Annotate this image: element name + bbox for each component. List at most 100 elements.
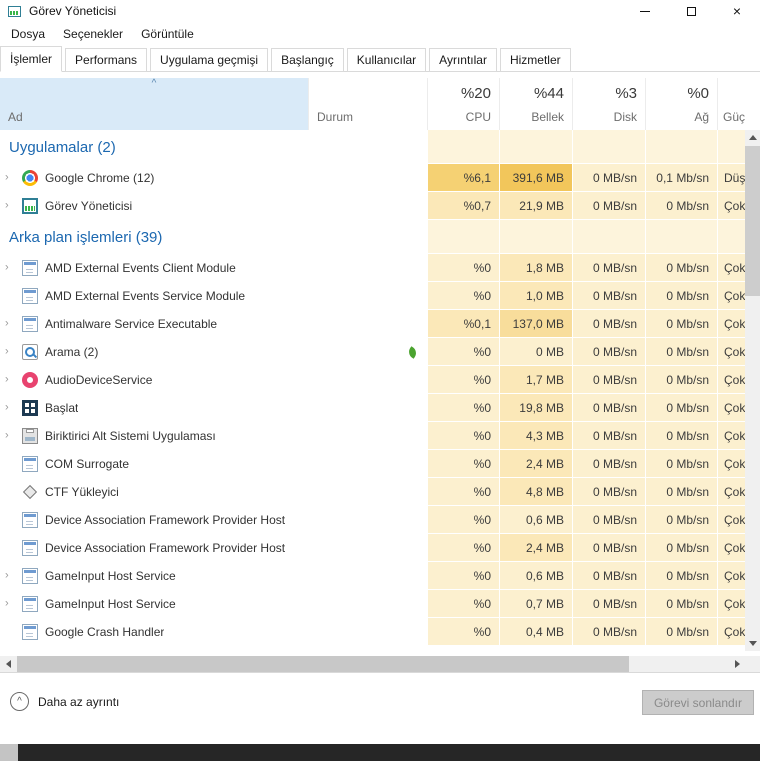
process-power-cell: Çok düşük	[717, 394, 745, 422]
process-cpu-cell: %0	[427, 590, 499, 618]
process-row[interactable]: › Görev Yöneticisi %0,7 21,9 MB 0 MB/sn 0 Mb/…	[0, 192, 745, 220]
expand-chevron-icon[interactable]: ›	[5, 262, 9, 274]
process-mem-cell: 0,6 MB	[499, 562, 572, 590]
column-header-memory[interactable]: %44 Bellek	[499, 78, 572, 130]
process-cpu-cell: %0	[427, 506, 499, 534]
process-name: Arama (2)	[45, 345, 99, 359]
process-cpu-cell: %6,1	[427, 164, 499, 192]
close-button[interactable]: ×	[714, 0, 760, 22]
horizontal-scrollbar[interactable]	[0, 656, 745, 672]
process-row[interactable]: COM Surrogate %02,4 MB0 MB/sn0 Mb/snÇok d…	[0, 450, 745, 478]
process-row[interactable]: Device Association Framework Provider Ho…	[0, 534, 745, 562]
process-net-cell: 0 Mb/sn	[645, 422, 717, 450]
process-row[interactable]: › Başlat %019,8 MB0 MB/sn0 Mb/snÇok düşük	[0, 394, 745, 422]
process-name-cell: › Biriktirici Alt Sistemi Uygulaması	[0, 422, 308, 450]
group-header-row[interactable]: Arka plan işlemleri (39)	[0, 220, 745, 254]
process-row[interactable]: › GameInput Host Service %0 0,7 MB 0 MB/sn 0 …	[0, 590, 745, 618]
tab-2[interactable]: Uygulama geçmişi	[150, 48, 269, 72]
expand-chevron-icon[interactable]: ›	[5, 172, 9, 184]
process-cpu-cell: %0	[427, 338, 499, 366]
column-header-power[interactable]: Güç kullanımı	[717, 78, 745, 130]
column-header-cpu[interactable]: %20 CPU	[427, 78, 499, 130]
process-disk-cell: 0 MB/sn	[572, 618, 645, 646]
column-header-network[interactable]: %0 Ağ	[645, 78, 717, 130]
tab-4[interactable]: Kullanıcılar	[346, 48, 427, 72]
end-task-button[interactable]: Görevi sonlandır	[642, 690, 754, 715]
process-net-cell: 0 Mb/sn	[645, 618, 717, 646]
menu-item-1[interactable]: Seçenekler	[54, 23, 132, 45]
process-power-cell: Çok düşük	[717, 450, 745, 478]
scroll-up-button[interactable]	[745, 130, 760, 145]
tab-1[interactable]: Performans	[65, 48, 148, 72]
expand-chevron-icon[interactable]: ›	[5, 346, 9, 358]
scroll-down-button[interactable]	[745, 636, 760, 651]
arrow-right-icon	[734, 660, 740, 668]
process-row[interactable]: CTF Yükleyici %04,8 MB0 MB/sn0 Mb/snÇok d…	[0, 478, 745, 506]
process-row[interactable]: › GameInput Host Service %0 0,6 MB 0 MB/sn 0 …	[0, 562, 745, 590]
process-power-cell: Çok düşük	[717, 366, 745, 394]
process-row[interactable]: › Google Chrome (12) %6,1 391,6 MB 0 MB/sn 0,…	[0, 164, 745, 192]
group-status-cell	[308, 130, 427, 164]
expand-chevron-icon[interactable]: ›	[5, 430, 9, 442]
group-header-row[interactable]: Uygulamalar (2)	[0, 130, 745, 164]
minimize-button[interactable]	[622, 0, 668, 22]
scroll-left-button[interactable]	[0, 656, 16, 672]
process-name-cell: › Görev Yöneticisi	[0, 192, 308, 220]
column-header-disk[interactable]: %3 Disk	[572, 78, 645, 130]
process-power-cell: Çok düşük	[717, 590, 745, 618]
suspended-leaf-icon	[406, 345, 419, 359]
column-label-status: Durum	[317, 110, 354, 124]
group-cpu-cell	[427, 220, 499, 254]
memory-total-value: %44	[533, 85, 564, 102]
process-name: Google Crash Handler	[45, 625, 165, 639]
tab-0[interactable]: İşlemler	[0, 46, 63, 72]
process-disk-cell: 0 MB/sn	[572, 534, 645, 562]
process-status-cell	[308, 506, 427, 534]
menu-item-0[interactable]: Dosya	[2, 23, 54, 45]
column-label-disk: Disk	[613, 110, 637, 124]
process-status-cell	[308, 422, 427, 450]
scroll-right-button[interactable]	[729, 656, 745, 672]
window-icon	[22, 568, 38, 584]
column-header-name[interactable]: ^ Ad	[0, 78, 308, 130]
process-mem-cell: 0 MB	[499, 338, 572, 366]
process-name-cell: › Arama (2)	[0, 338, 308, 366]
status-bar: ^ Daha az ayrıntı Görevi sonlandır	[0, 672, 760, 738]
process-net-cell: 0 Mb/sn	[645, 478, 717, 506]
expand-chevron-icon[interactable]: ›	[5, 374, 9, 386]
tab-3[interactable]: Başlangıç	[271, 48, 344, 72]
app-icon	[8, 5, 21, 17]
expand-chevron-icon[interactable]: ›	[5, 598, 9, 610]
expand-chevron-icon[interactable]: ›	[5, 200, 9, 212]
process-name: GameInput Host Service	[45, 597, 176, 611]
tab-5[interactable]: Ayrıntılar	[429, 48, 497, 72]
group-status-cell	[308, 220, 427, 254]
expand-chevron-icon[interactable]: ›	[5, 402, 9, 414]
maximize-button[interactable]	[668, 0, 714, 22]
process-row[interactable]: › Biriktirici Alt Sistemi Uygulaması %0 4,3…	[0, 422, 745, 450]
process-row[interactable]: › AMD External Events Client Module %0 1,8 …	[0, 254, 745, 282]
expand-chevron-icon[interactable]: ›	[5, 570, 9, 582]
less-detail-toggle[interactable]: ^ Daha az ayrıntı	[10, 692, 119, 711]
vertical-scrollbar[interactable]	[745, 130, 760, 651]
process-row[interactable]: › AudioDeviceService %0 1,7 MB 0 MB/sn 0 Mb/s…	[0, 366, 745, 394]
process-row[interactable]: › Arama (2) %00 MB0 MB/sn0 Mb/snÇok düşük	[0, 338, 745, 366]
vertical-scrollbar-thumb[interactable]	[745, 146, 760, 296]
process-net-cell: 0 Mb/sn	[645, 338, 717, 366]
horizontal-scrollbar-thumb[interactable]	[17, 656, 629, 672]
process-disk-cell: 0 MB/sn	[572, 310, 645, 338]
menu-item-2[interactable]: Görüntüle	[132, 23, 203, 45]
process-disk-cell: 0 MB/sn	[572, 450, 645, 478]
process-power-cell: Çok düşük	[717, 478, 745, 506]
process-row[interactable]: Device Association Framework Provider Ho…	[0, 506, 745, 534]
tab-6[interactable]: Hizmetler	[499, 48, 571, 72]
column-header-status[interactable]: Durum	[308, 78, 427, 130]
process-row[interactable]: AMD External Events Service Module %0 1,0 …	[0, 282, 745, 310]
process-row[interactable]: Google Crash Handler %0 0,4 MB 0 MB/sn 0 Mb/…	[0, 618, 745, 646]
process-cpu-cell: %0	[427, 394, 499, 422]
group-net-cell	[645, 130, 717, 164]
process-name: AudioDeviceService	[45, 373, 153, 387]
expand-chevron-icon[interactable]: ›	[5, 318, 9, 330]
process-name: AMD External Events Client Module	[45, 261, 236, 275]
process-row[interactable]: › Antimalware Service Executable %0,1 137,0…	[0, 310, 745, 338]
